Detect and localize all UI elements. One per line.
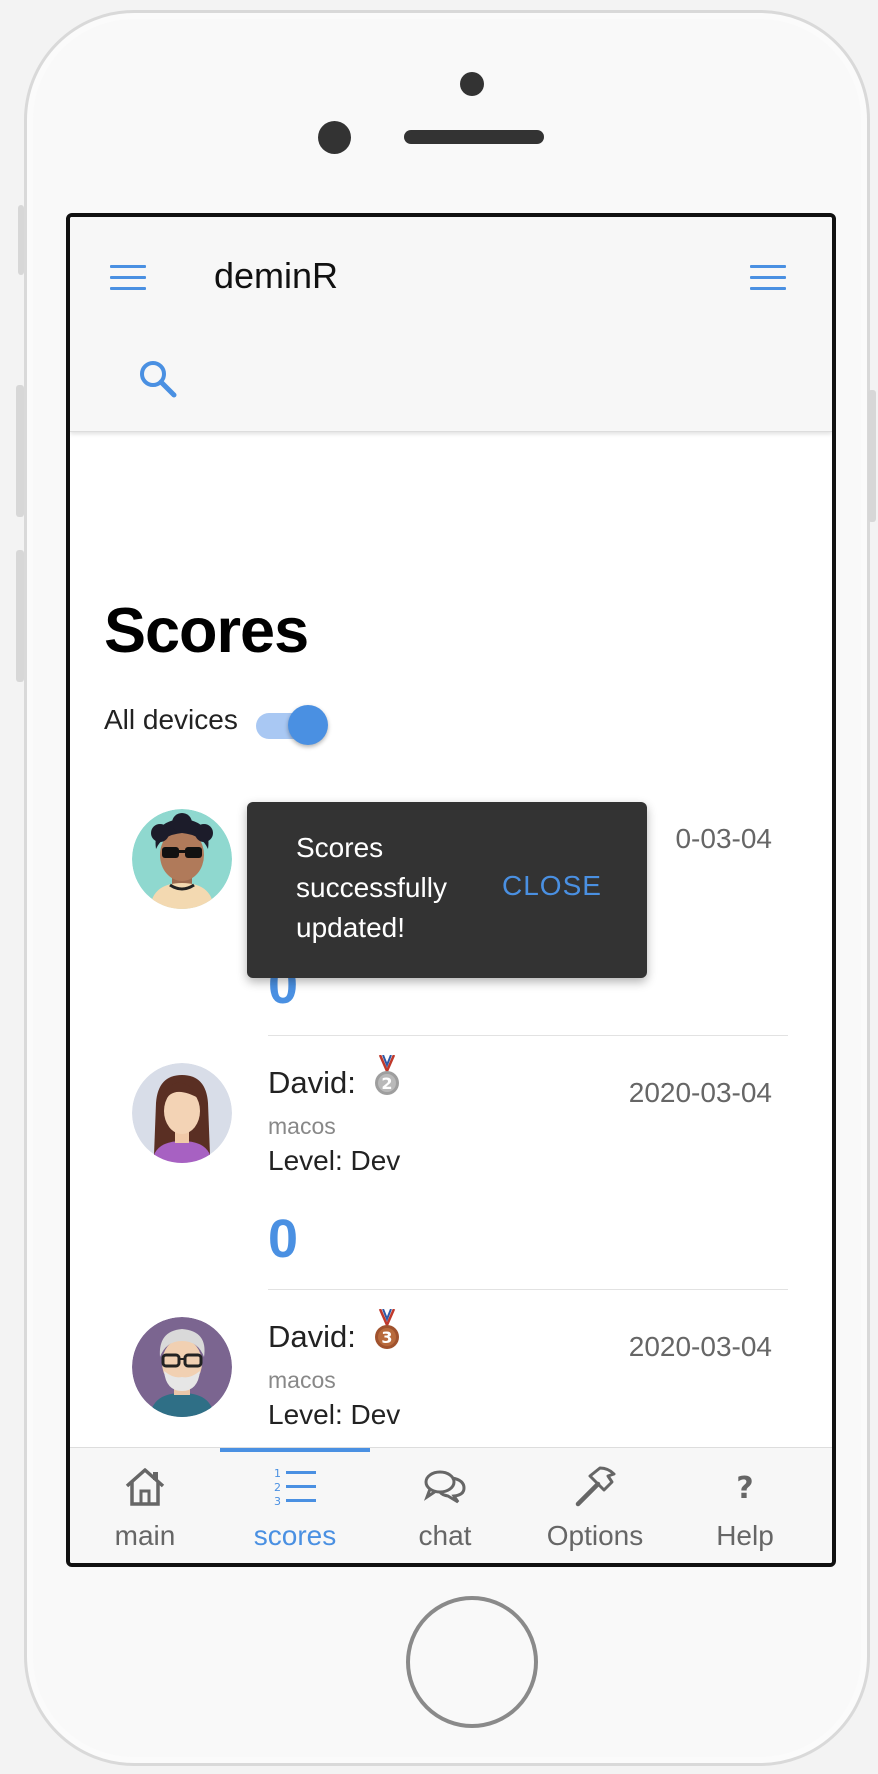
top-bar: deminR	[70, 217, 832, 432]
home-button[interactable]	[406, 1596, 538, 1728]
tab-label: Options	[546, 1520, 644, 1551]
silver-medal-icon: 2	[375, 1055, 399, 1095]
snackbar: Scores successfully updated! CLOSE	[247, 802, 647, 978]
divider	[268, 1035, 788, 1036]
app-screen: deminR Scores All devices 0-03-04 0 Davi…	[66, 213, 836, 1567]
left-menu-icon[interactable]	[110, 265, 146, 291]
tab-label: scores	[253, 1520, 337, 1551]
tab-scores[interactable]: 1 2 3 scores	[220, 1458, 370, 1558]
tab-options[interactable]: Options	[520, 1458, 670, 1558]
divider	[268, 1289, 788, 1290]
score-date: 2020-03-04	[628, 1331, 772, 1362]
volume-down-button	[16, 550, 24, 682]
list-numbered-icon: 1 2 3	[274, 1467, 316, 1508]
snackbar-close-button[interactable]: CLOSE	[502, 870, 602, 902]
snackbar-message: Scores successfully updated!	[296, 832, 447, 943]
player-name: David:	[268, 1319, 356, 1354]
player-level: Level: Dev	[268, 1145, 401, 1176]
tab-label: main	[114, 1520, 176, 1551]
tab-help[interactable]: ? Help	[670, 1458, 820, 1558]
search-icon[interactable]	[138, 359, 178, 399]
medal-rank: 2	[381, 1074, 392, 1093]
app-title: deminR	[214, 255, 339, 296]
avatar	[132, 1063, 232, 1163]
score-date: 0-03-04	[675, 823, 772, 854]
svg-text:?: ?	[736, 1471, 753, 1506]
device-name: macos	[268, 1367, 336, 1393]
tab-label: chat	[418, 1520, 472, 1551]
bottom-tab-bar: main 1 2 3 scores chat Options ? Help	[70, 1447, 832, 1563]
score-date: 2020-03-04	[628, 1077, 772, 1108]
chat-icon	[423, 1470, 466, 1504]
active-tab-indicator	[220, 1448, 370, 1452]
page-title: Scores	[104, 596, 309, 666]
home-icon	[125, 1468, 165, 1506]
medal-rank: 3	[381, 1328, 392, 1347]
proximity-sensor	[318, 121, 351, 154]
all-devices-toggle[interactable]	[254, 705, 330, 747]
player-name: David:	[268, 1065, 356, 1100]
score-value: 0	[268, 1209, 299, 1269]
tab-label: Help	[716, 1520, 774, 1551]
mute-switch	[18, 205, 24, 275]
earpiece-speaker	[404, 130, 544, 144]
all-devices-label: All devices	[104, 704, 238, 735]
player-level: Level: Dev	[268, 1399, 401, 1430]
list-item[interactable]: David: 2 macos Level: Dev 2020-03-04 0	[70, 1055, 832, 1317]
front-camera	[460, 72, 484, 96]
right-menu-icon[interactable]	[750, 265, 786, 291]
svg-text:1: 1	[274, 1467, 281, 1480]
hammer-icon	[575, 1466, 616, 1507]
bronze-medal-icon: 3	[375, 1309, 399, 1349]
tab-main[interactable]: main	[70, 1458, 220, 1558]
svg-text:2: 2	[274, 1481, 281, 1494]
avatar	[132, 1317, 232, 1417]
question-icon: ?	[736, 1471, 753, 1506]
svg-text:3: 3	[274, 1495, 281, 1508]
device-name: macos	[268, 1113, 336, 1139]
power-button	[868, 390, 876, 522]
volume-up-button	[16, 385, 24, 517]
avatar	[132, 809, 232, 909]
tab-chat[interactable]: chat	[370, 1458, 520, 1558]
